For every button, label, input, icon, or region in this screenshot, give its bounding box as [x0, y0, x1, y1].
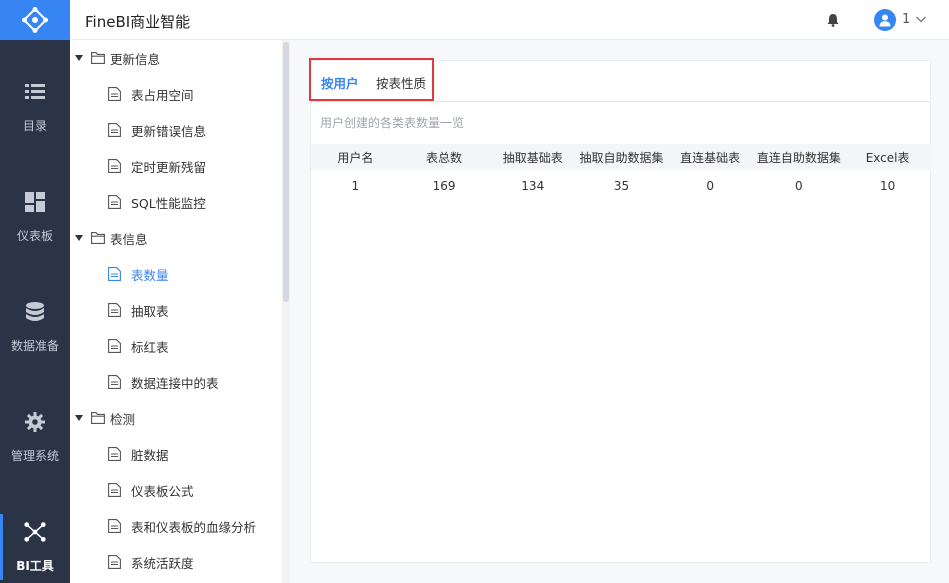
- document-icon: [108, 519, 121, 533]
- table-caption: 用户创建的各类表数量一览: [320, 116, 465, 130]
- tab-bar: 按用户 按表性质: [309, 58, 930, 102]
- document-icon: [108, 375, 121, 389]
- logo-icon: [22, 7, 48, 33]
- list-icon: [24, 81, 46, 103]
- tree-item-label: 表数量: [131, 267, 169, 283]
- document-icon: [108, 195, 121, 209]
- table-cell: 134: [521, 179, 545, 193]
- table-header-row: 用户名 表总数 抽取基础表 抽取自助数据集 直连基础表 直连自助数据集 Exce…: [311, 144, 932, 170]
- tree-item-label: 更新错误信息: [131, 123, 207, 139]
- tree-item-label: SQL性能监控: [131, 195, 206, 211]
- table-cell: 169: [432, 179, 456, 193]
- tree-item-label: 数据连接中的表: [131, 375, 219, 391]
- finebi-logo[interactable]: [0, 0, 70, 40]
- annotation-highlight-box: [309, 58, 434, 101]
- caret-down-icon[interactable]: [75, 235, 83, 241]
- tree-item[interactable]: SQL性能监控: [108, 184, 206, 220]
- tree-item-label: 抽取表: [131, 303, 169, 319]
- avatar[interactable]: [874, 9, 896, 31]
- column-header[interactable]: Excel表: [843, 144, 932, 170]
- tree-item-label: 标红表: [131, 339, 169, 355]
- rail-item-label: BI工具: [16, 558, 54, 573]
- tree-item-label: 表占用空间: [131, 87, 194, 103]
- rail-item-label: 管理系统: [10, 448, 59, 463]
- network-icon: [24, 521, 46, 543]
- column-header[interactable]: 用户名: [311, 144, 400, 170]
- tree-item-label: 脏数据: [131, 447, 169, 463]
- table-cell: 0: [795, 179, 803, 193]
- tree-item[interactable]: 仪表板公式: [108, 472, 194, 508]
- user-name[interactable]: 1: [902, 12, 910, 27]
- tree-item-label: 系统活跃度: [131, 555, 194, 571]
- tree-item[interactable]: 数据连接中的表: [108, 364, 219, 400]
- table-cell: 35: [613, 179, 630, 193]
- tree-group-update-info[interactable]: 更新信息: [70, 40, 160, 76]
- column-header[interactable]: 抽取自助数据集: [577, 144, 666, 170]
- rail-item-catalog[interactable]: 目录: [0, 52, 70, 162]
- rail-item-bi-tools[interactable]: BI工具: [0, 492, 70, 583]
- rail-item-label: 仪表板: [16, 228, 53, 243]
- tree-item-label: 表和仪表板的血缘分析: [131, 519, 257, 535]
- document-icon: [108, 267, 121, 281]
- document-icon: [108, 303, 121, 317]
- table-count-table: 用户名 表总数 抽取基础表 抽取自助数据集 直连基础表 直连自助数据集 Exce…: [311, 144, 932, 202]
- document-icon: [108, 447, 121, 461]
- tree-item[interactable]: 抽取表: [108, 292, 169, 328]
- rail-item-admin[interactable]: 管理系统: [0, 382, 70, 492]
- rail-item-data-prep[interactable]: 数据准备: [0, 272, 70, 382]
- document-icon: [108, 123, 121, 137]
- tree-item[interactable]: 更新错误信息: [108, 112, 206, 148]
- document-icon: [108, 87, 121, 101]
- tree-item[interactable]: 表占用空间: [108, 76, 194, 112]
- column-header[interactable]: 直连基础表: [666, 144, 755, 170]
- tree-item[interactable]: 脏数据: [108, 436, 169, 472]
- tree-item-label: 定时更新残留: [131, 159, 207, 175]
- folder-icon: [91, 412, 105, 424]
- tree-group-detection[interactable]: 检测: [70, 400, 135, 436]
- bell-icon[interactable]: [826, 13, 840, 27]
- document-icon: [108, 483, 121, 497]
- app-title: FineBI商业智能: [85, 13, 191, 31]
- column-header[interactable]: 抽取基础表: [488, 144, 577, 170]
- tree-group-label: 表信息: [110, 231, 148, 247]
- tree-item[interactable]: 系统活跃度: [108, 544, 194, 580]
- document-icon: [108, 555, 121, 569]
- gear-icon: [24, 411, 46, 433]
- tree-item[interactable]: 定时更新残留: [108, 148, 206, 184]
- nav-rail: 目录 仪表板 数据准备 管理系统 BI工具: [0, 0, 70, 583]
- caret-down-icon[interactable]: [75, 415, 83, 421]
- tree-scrollbar-thumb[interactable]: [283, 42, 289, 302]
- folder-icon: [91, 52, 105, 64]
- rail-item-label: 数据准备: [10, 338, 59, 353]
- table-cell: 0: [706, 179, 714, 193]
- tree-item-active[interactable]: 表数量: [108, 256, 169, 292]
- tree-item[interactable]: 标红表: [108, 328, 169, 364]
- document-icon: [108, 339, 121, 353]
- tree-group-label: 更新信息: [110, 51, 161, 67]
- tree-group-table-info[interactable]: 表信息: [70, 220, 148, 256]
- top-bar: FineBI商业智能 1: [70, 0, 949, 40]
- caret-down-icon[interactable]: [75, 55, 83, 61]
- tree-item-label: 仪表板公式: [131, 483, 194, 499]
- table-cell: 10: [879, 179, 896, 193]
- folder-icon: [91, 232, 105, 244]
- tree-group-label: 检测: [110, 411, 136, 427]
- column-header[interactable]: 直连自助数据集: [755, 144, 844, 170]
- rail-item-dashboard[interactable]: 仪表板: [0, 162, 70, 272]
- database-icon: [24, 301, 46, 323]
- chevron-down-icon[interactable]: [915, 13, 927, 25]
- rail-item-label: 目录: [22, 118, 47, 133]
- tool-tree: 更新信息 表占用空间 更新错误信息 定时更新残留 SQL性能监控 表信息 表数量…: [70, 40, 290, 583]
- dashboard-icon: [24, 191, 46, 213]
- user-icon: [879, 14, 891, 27]
- tree-item[interactable]: 表和仪表板的血缘分析: [108, 508, 256, 544]
- content-card: 按用户 按表性质 用户创建的各类表数量一览 用户名 表总数 抽取基础表 抽取自助…: [309, 58, 932, 563]
- table-row: 1 169 134 35 0 0 10: [311, 170, 932, 202]
- document-icon: [108, 159, 121, 173]
- column-header[interactable]: 表总数: [400, 144, 489, 170]
- table-cell: 1: [351, 179, 360, 193]
